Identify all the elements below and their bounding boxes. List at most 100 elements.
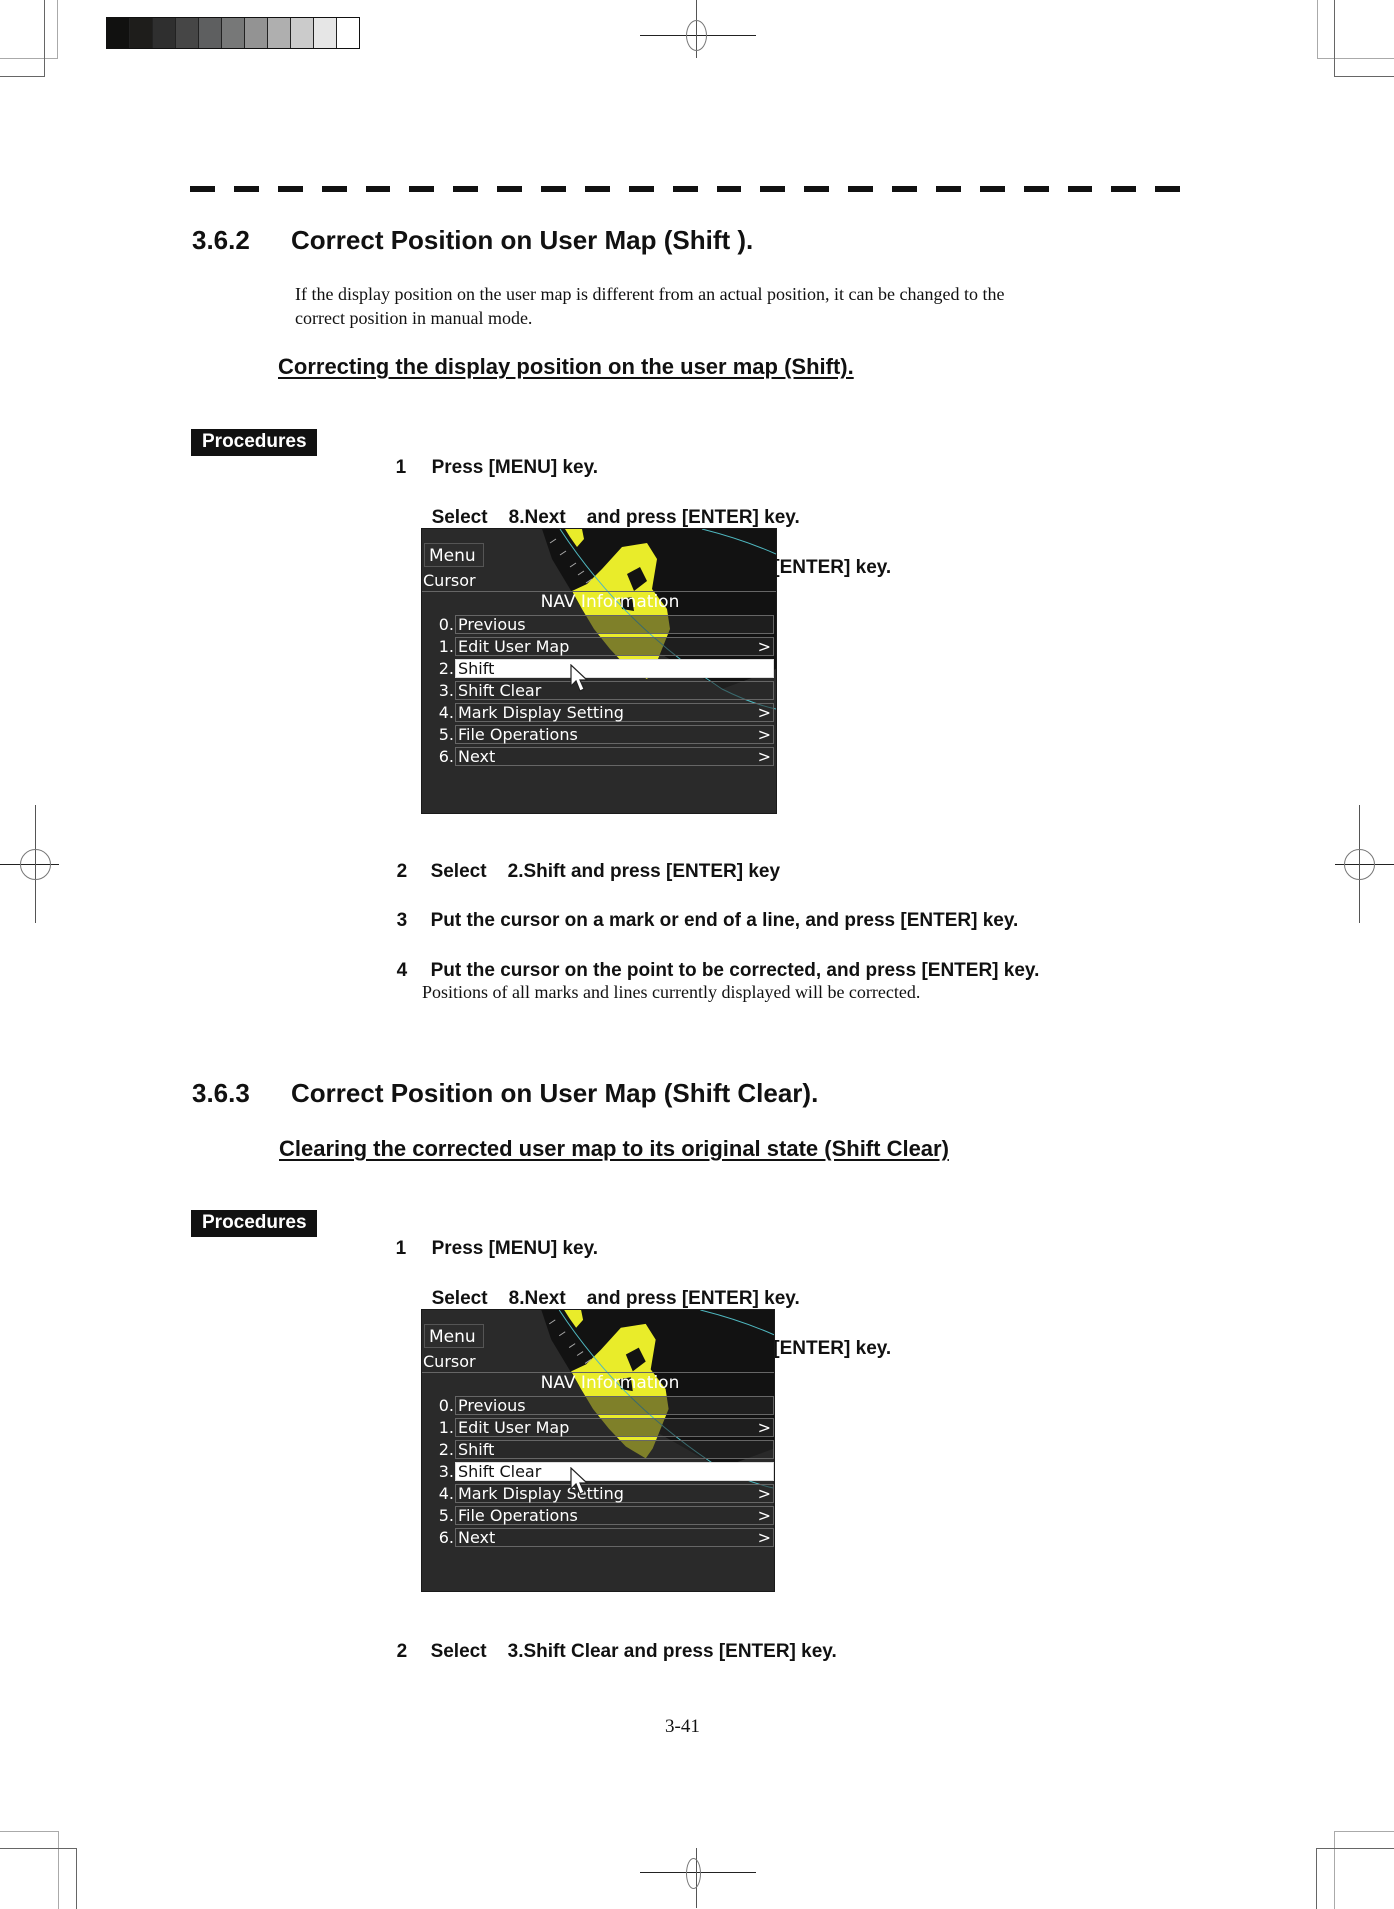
menu-item[interactable]: 1. Edit User Map > xyxy=(422,1417,774,1438)
grayscale-swatch xyxy=(176,18,199,48)
menu-item-index: 4. xyxy=(438,1484,454,1503)
menu-item-box[interactable]: File Operations > xyxy=(455,1506,774,1525)
menu-item-index: 3. xyxy=(438,681,454,700)
grayscale-swatch xyxy=(314,18,337,48)
menu-panel-title: NAV Information xyxy=(540,1373,680,1393)
menu-item-box[interactable]: Previous xyxy=(455,615,774,634)
menu-item-box[interactable]: Shift Clear xyxy=(455,681,774,700)
divider-dash xyxy=(409,186,435,192)
menu-item-index: 5. xyxy=(438,1506,454,1525)
divider-dash xyxy=(277,186,303,192)
divider-dash xyxy=(760,186,786,192)
menu-item-box[interactable]: Shift Clear xyxy=(455,1462,774,1481)
subheading: Correcting the display position on the u… xyxy=(278,354,854,379)
registration-mark-right xyxy=(1324,800,1394,930)
menu-button[interactable]: Menu xyxy=(424,1324,484,1348)
menu-button[interactable]: Menu xyxy=(424,543,484,567)
menu-item-index: 6. xyxy=(438,1528,454,1547)
menu-item-box[interactable]: Shift xyxy=(455,1440,774,1459)
menu-item-index: 2. xyxy=(438,1440,454,1459)
menu-item-box[interactable]: Next > xyxy=(455,1528,774,1547)
procedure-step: 3 Put the cursor on a mark or end of a li… xyxy=(386,883,1019,933)
step-number: 2 xyxy=(396,1641,408,1662)
step-text: Select 8.Next and press [ENTER] key. xyxy=(431,1288,800,1309)
step-number: 4 xyxy=(396,960,408,981)
grayscale-swatch xyxy=(199,18,222,48)
menu-item-index: 0. xyxy=(438,615,454,634)
submenu-arrow-icon: > xyxy=(757,1506,771,1525)
menu-item-box[interactable]: File Operations > xyxy=(455,725,774,744)
divider-dash xyxy=(716,186,742,192)
subheading: Clearing the corrected user map to its o… xyxy=(279,1136,949,1161)
divider-dash xyxy=(365,186,391,192)
menu-item[interactable]: 2. Shift xyxy=(422,1439,774,1460)
procedures-badge: Procedures xyxy=(191,1210,317,1237)
cursor-label: Cursor xyxy=(423,571,476,590)
menu-item-box[interactable]: Mark Display Setting > xyxy=(455,1484,774,1503)
menu-item[interactable]: 5. File Operations > xyxy=(422,1505,774,1526)
menu-item-box[interactable]: Edit User Map > xyxy=(455,1418,774,1437)
menu-item[interactable]: 6. Next > xyxy=(422,1527,774,1548)
grayscale-calibration-strip xyxy=(106,17,360,49)
divider-dash xyxy=(321,186,347,192)
intro-line: If the display position on the user map … xyxy=(295,284,1005,304)
menu-item-index: 4. xyxy=(438,703,454,722)
menu-item[interactable]: 2. Shift xyxy=(422,658,776,679)
menu-item-box[interactable]: Shift xyxy=(455,659,774,678)
menu-item-label: Previous xyxy=(458,1396,526,1415)
grayscale-swatch xyxy=(245,18,268,48)
menu-item[interactable]: 0. Previous xyxy=(422,1395,774,1416)
intro-paragraph: If the display position on the user map … xyxy=(295,282,1195,330)
submenu-arrow-icon: > xyxy=(757,1418,771,1437)
submenu-arrow-icon: > xyxy=(757,747,771,766)
menu-item[interactable]: 4. Mark Display Setting > xyxy=(422,702,776,723)
menu-item-box[interactable]: Edit User Map > xyxy=(455,637,774,656)
intro-line: correct position in manual mode. xyxy=(295,308,533,328)
menu-item-label: Next xyxy=(458,1528,496,1547)
menu-item-label: File Operations xyxy=(458,1506,578,1525)
divider-dash xyxy=(584,186,610,192)
step-text: Put the cursor on the point to be correc… xyxy=(430,960,1040,981)
submenu-arrow-icon: > xyxy=(757,1528,771,1547)
divider-dash xyxy=(1023,186,1049,192)
grayscale-swatch xyxy=(153,18,176,48)
menu-item-index: 1. xyxy=(438,637,454,656)
submenu-arrow-icon: > xyxy=(757,725,771,744)
menu-item[interactable]: 1. Edit User Map > xyxy=(422,636,776,657)
menu-item-label: Mark Display Setting xyxy=(458,703,624,722)
divider-dash xyxy=(1155,186,1181,192)
page-number: 3-41 xyxy=(665,1716,700,1737)
menu-item-label: Shift xyxy=(458,1440,495,1459)
nav-information-menu-screenshot: Menu Cursor NAV Information 0. Previous 1… xyxy=(421,1309,775,1592)
cursor-label: Cursor xyxy=(423,1352,476,1371)
step-text: Select 2.Shift and press [ENTER] key xyxy=(430,861,781,882)
grayscale-swatch xyxy=(268,18,291,48)
menu-item-box[interactable]: Next > xyxy=(455,747,774,766)
section-title: Correct Position on User Map (Shift Clea… xyxy=(291,1078,819,1108)
mouse-pointer-icon xyxy=(570,1467,589,1495)
menu-item-label: Shift Clear xyxy=(458,1462,542,1481)
registration-mark-top xyxy=(640,0,760,60)
menu-item-box[interactable]: Mark Display Setting > xyxy=(455,703,774,722)
divider-dash xyxy=(848,186,873,192)
menu-item-box[interactable]: Previous xyxy=(455,1396,774,1415)
procedures-badge: Procedures xyxy=(191,429,317,456)
divider-dash xyxy=(1067,186,1093,192)
menu-item-label: Next xyxy=(458,747,496,766)
menu-item[interactable]: 3. Shift Clear xyxy=(422,680,776,701)
menu-item[interactable]: 6. Next > xyxy=(422,746,776,767)
divider-dash xyxy=(628,186,654,192)
procedure-step: 2 Select 2.Shift and press [ENTER] key xyxy=(386,834,781,884)
menu-item[interactable]: 4. Mark Display Setting > xyxy=(422,1483,774,1504)
menu-item[interactable]: 5. File Operations > xyxy=(422,724,776,745)
menu-item-label: File Operations xyxy=(458,725,578,744)
step-text: Press [MENU] key. xyxy=(431,457,599,478)
menu-item-label: Previous xyxy=(458,615,526,634)
menu-item[interactable]: 0. Previous xyxy=(422,614,776,635)
divider-dash xyxy=(1111,186,1137,192)
grayscale-swatch xyxy=(222,18,245,48)
menu-item[interactable]: 3. Shift Clear xyxy=(422,1461,774,1482)
submenu-arrow-icon: > xyxy=(757,637,771,656)
step-text: Select 8.Next and press [ENTER] key. xyxy=(431,507,800,528)
step-text: Put the cursor on a mark or end of a lin… xyxy=(430,910,1019,931)
